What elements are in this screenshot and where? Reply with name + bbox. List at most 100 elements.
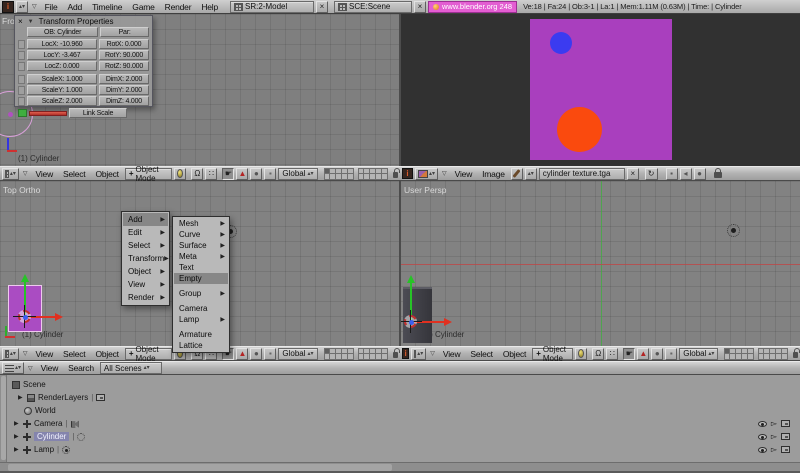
uv-edit-button-3[interactable]: ● (694, 168, 706, 180)
outliner-panel[interactable]: Scene ▶ RenderLayers | World ▶ Camera | … (0, 375, 800, 462)
layer-buttons-group1[interactable] (724, 348, 754, 360)
visibility-eye-icon[interactable] (758, 434, 767, 440)
header-collapse-icon[interactable]: ▽ (21, 170, 30, 177)
viewport-user-persp[interactable]: User Persp (1) Cylinder (400, 181, 800, 346)
lock-scaley-toggle[interactable] (18, 86, 25, 95)
add-item-curve[interactable]: Curve▶ (174, 229, 228, 240)
layer-buttons-group2[interactable] (758, 348, 788, 360)
link-scale-button[interactable]: Link Scale (69, 108, 127, 118)
expand-arrow-icon[interactable]: ▶ (14, 433, 20, 440)
layer-buttons-group2[interactable] (358, 168, 388, 180)
add-item-group[interactable]: Group▶ (174, 288, 228, 299)
orientation-dropdown[interactable]: Global▴▾ (278, 168, 317, 180)
rotz-field[interactable]: RotZ: 90.000 (99, 61, 149, 71)
window-type-dropdown-icon[interactable]: ▴▾ (16, 1, 28, 13)
add-item-camera[interactable]: Camera (174, 303, 228, 314)
draw-mode-dropdown[interactable] (575, 348, 587, 360)
locx-field[interactable]: LocX: -10.960 (27, 39, 97, 49)
visibility-eye-icon[interactable] (758, 421, 767, 427)
toolbox-item-view[interactable]: View▶ (123, 278, 168, 291)
lock-scalex-toggle[interactable] (18, 75, 25, 84)
outliner-scope-dropdown[interactable]: All Scenes▴▾ (100, 362, 162, 374)
area-divider[interactable] (399, 14, 401, 361)
panel-collapse-icon[interactable]: ▼ (26, 19, 36, 25)
outliner-horizontal-scrollbar[interactable] (0, 462, 800, 471)
snap-dots-button[interactable]: ∷ (606, 348, 618, 360)
toolbox-item-render[interactable]: Render▶ (123, 291, 168, 304)
add-item-text[interactable]: Text (174, 262, 228, 273)
object-menu[interactable]: Object (91, 349, 122, 359)
toolbox-item-transform[interactable]: Transform▶ (123, 252, 168, 265)
object-menu[interactable]: Object (499, 349, 530, 359)
layer-buttons-group2[interactable] (358, 348, 388, 360)
image-close-button[interactable]: × (627, 168, 639, 180)
lock-layers-icon[interactable] (793, 352, 798, 358)
dimx-field[interactable]: DimX: 2.000 (99, 74, 149, 84)
renderability-icon[interactable] (781, 433, 790, 440)
mode-dropdown[interactable]: +Object Mode (532, 348, 573, 360)
rotate-manipulator-button[interactable]: ● (250, 168, 262, 180)
snap-dots-button[interactable]: ∷ (205, 168, 217, 180)
uv-edit-button-1[interactable]: ▪ (666, 168, 678, 180)
menu-timeline[interactable]: Timeline (88, 2, 126, 12)
add-item-armature[interactable]: Armature (174, 329, 228, 340)
menu-add[interactable]: Add (64, 2, 87, 12)
dimy-field[interactable]: DimY: 2.000 (99, 85, 149, 95)
outliner-row-camera[interactable]: ▶ Camera | (14, 417, 79, 430)
header-collapse-icon[interactable]: ▽ (21, 350, 30, 357)
expand-arrow-icon[interactable]: ▶ (14, 420, 20, 427)
translate-manipulator-button[interactable]: ▲ (236, 168, 248, 180)
view-menu[interactable]: View (37, 363, 62, 373)
area-corner-icon[interactable]: i (402, 348, 409, 359)
add-item-surface[interactable]: Surface▶ (174, 240, 228, 251)
view-menu[interactable]: View (451, 169, 476, 179)
add-item-empty[interactable]: Empty (174, 273, 228, 284)
app-logo-icon[interactable]: i (2, 1, 14, 13)
toolbox-item-edit[interactable]: Edit▶ (123, 226, 168, 239)
menu-game[interactable]: Game (128, 2, 158, 12)
reload-image-button[interactable]: ↻ (645, 168, 658, 180)
draw-mode-dropdown[interactable] (174, 168, 186, 180)
transform-properties-panel[interactable]: × ▼ Transform Properties OB: Cylinder Pa… (14, 15, 153, 107)
mode-dropdown[interactable]: +Object Mode (125, 168, 172, 180)
dimz-field[interactable]: DimZ: 4.000 (99, 96, 149, 106)
scalez-field[interactable]: ScaleZ: 2.000 (27, 96, 97, 106)
editor-type-icon[interactable]: ▴▾ (2, 348, 19, 360)
lamp-object-icon[interactable] (727, 224, 740, 237)
selectability-pointer-icon[interactable]: ▻ (771, 434, 777, 440)
outliner-row-renderlayers[interactable]: ▶ RenderLayers | (18, 391, 105, 404)
header-collapse-icon[interactable]: ▽ (428, 350, 437, 357)
renderability-icon[interactable] (781, 446, 790, 453)
select-menu[interactable]: Select (59, 349, 89, 359)
expand-arrow-icon[interactable]: ▶ (14, 446, 20, 453)
pivot-dropdown[interactable]: Ω (191, 168, 203, 180)
panel-close-icon[interactable]: × (18, 17, 23, 26)
scalex-field[interactable]: ScaleX: 1.000 (27, 74, 97, 84)
toolbox-item-select[interactable]: Select▶ (123, 239, 168, 252)
scale-manipulator-button[interactable]: ▪ (665, 348, 677, 360)
rotx-field[interactable]: RotX: 0.000 (99, 39, 149, 49)
select-menu[interactable]: Select (466, 349, 496, 359)
menu-help[interactable]: Help (197, 2, 222, 12)
expand-arrow-icon[interactable]: ▶ (18, 394, 24, 401)
view-menu[interactable]: View (32, 169, 57, 179)
manipulator-hand-button[interactable]: ☛ (222, 168, 234, 180)
scene-close-button[interactable]: × (414, 1, 426, 13)
toolbox-item-object[interactable]: Object▶ (123, 265, 168, 278)
parent-field[interactable]: Par: (100, 27, 149, 37)
update-lock-icon[interactable] (714, 172, 722, 178)
lock-locy-toggle[interactable] (18, 51, 25, 60)
view-menu[interactable]: View (32, 349, 57, 359)
rotate-manipulator-button[interactable]: ● (651, 348, 663, 360)
manipulator-hand-button[interactable]: ☛ (623, 348, 635, 360)
manipulator-center-dot[interactable] (409, 320, 414, 325)
menu-file[interactable]: File (41, 2, 62, 12)
lock-scalez-toggle[interactable] (18, 97, 25, 106)
scene-selector[interactable]: SCE:Scene (334, 1, 412, 13)
image-name-field[interactable]: cylinder texture.tga (539, 168, 625, 180)
add-item-lattice[interactable]: Lattice (174, 340, 228, 351)
roty-field[interactable]: RotY: 90.000 (99, 50, 149, 60)
add-item-mesh[interactable]: Mesh▶ (174, 218, 228, 229)
outliner-row-world[interactable]: World (24, 404, 56, 417)
view-menu[interactable]: View (439, 349, 464, 359)
